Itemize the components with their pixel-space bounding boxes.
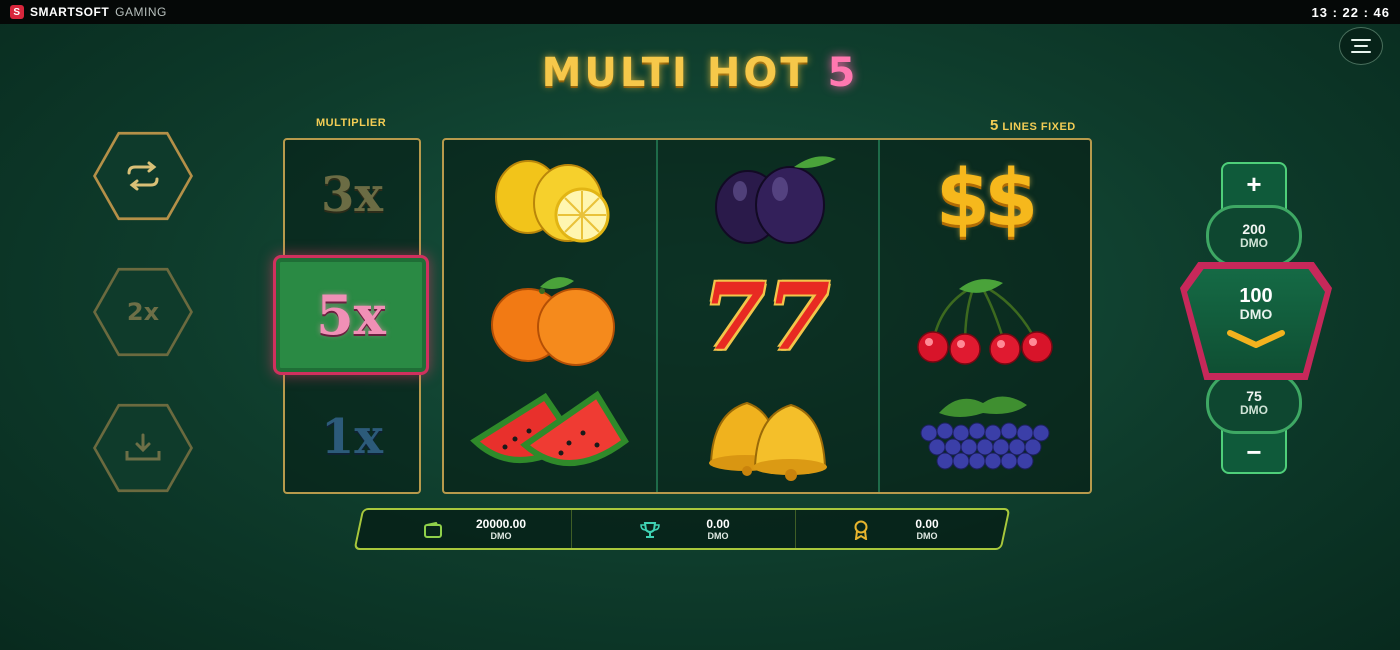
bell-symbol <box>666 378 866 488</box>
multiplier-5x-active: 5x <box>273 255 429 375</box>
watermelon-icon <box>470 390 629 467</box>
watermelon-symbol <box>450 378 650 488</box>
spin-button[interactable]: 100 DMO <box>1180 262 1332 380</box>
grapes-icon <box>920 396 1050 470</box>
win-values: 0.00 DMO <box>706 518 729 542</box>
cherry-symbol <box>884 262 1084 372</box>
bet-current-value: 100 <box>1239 285 1273 307</box>
brand-logo: S SMARTSOFT GAMING <box>10 5 167 19</box>
clock: 13 : 22 : 46 <box>1311 4 1390 20</box>
plum-symbol <box>666 144 866 254</box>
plus-icon: + <box>1246 168 1262 199</box>
speed-label: 2x <box>126 298 160 326</box>
dollar-text: $$ <box>935 154 1039 244</box>
bet-option-lower[interactable]: 75 DMO <box>1206 372 1302 434</box>
bet-upper-value: 200 <box>1242 221 1266 237</box>
multiplier-1x: 1x <box>320 409 383 465</box>
bet-lower-value: 75 <box>1246 388 1262 404</box>
chevron-down-icon <box>1227 330 1285 348</box>
autoplay-icon <box>127 161 159 191</box>
balance-values: 20000.00 DMO <box>476 518 526 542</box>
reels: 77 $$ <box>442 138 1092 494</box>
orange-symbol <box>450 262 650 372</box>
top-bar: S SMARTSOFT GAMING 13 : 22 : 46 <box>0 0 1400 24</box>
game-title-text: MULTI HOT <box>541 50 811 96</box>
bet-upper-currency: DMO <box>1240 236 1268 250</box>
game-title-number: 5 <box>827 50 859 96</box>
bonus-values: 0.00 DMO <box>915 518 938 542</box>
bet-current-currency: DMO <box>1239 306 1273 322</box>
collect-button-face <box>96 406 190 490</box>
hamburger-icon-line <box>1354 45 1368 47</box>
bet-increase-button[interactable]: + <box>1225 166 1283 202</box>
game-title: MULTI HOT 5 <box>0 50 1400 96</box>
bet-lower-currency: DMO <box>1240 403 1268 417</box>
autoplay-button-face <box>96 134 190 218</box>
spin-button-face: 100 DMO <box>1187 269 1325 373</box>
smartsoft-logo-icon: S <box>10 5 24 19</box>
speed-button-face: 2x <box>96 270 190 354</box>
seven-symbol: 77 <box>666 262 866 372</box>
reel-divider <box>656 140 658 492</box>
minus-icon: − <box>1246 436 1262 467</box>
trophy-icon <box>640 522 661 538</box>
balance-value: 20000.00 <box>475 517 527 531</box>
multiplier-label: MULTIPLIER <box>316 117 387 129</box>
seven-text: 77 <box>701 263 831 371</box>
orange-icon <box>491 277 615 366</box>
bonus-value: 0.00 <box>915 517 939 531</box>
dollar-symbol: $$ <box>884 144 1084 254</box>
lemon-symbol <box>450 144 650 254</box>
bonus-display: 0.00 DMO <box>816 514 976 546</box>
medal-icon <box>854 520 868 540</box>
speed-button[interactable]: 2x <box>93 267 193 357</box>
bell-icon <box>709 401 827 481</box>
lemon-icon <box>495 160 610 243</box>
wallet-icon <box>423 522 442 538</box>
download-icon <box>125 433 161 461</box>
plum-icon <box>715 156 836 244</box>
cherry-icon <box>917 279 1053 365</box>
multiplier-active-value: 5x <box>316 283 386 347</box>
win-display: 0.00 DMO <box>600 514 770 546</box>
win-currency: DMO <box>707 531 729 541</box>
brand-name: SMARTSOFT <box>30 5 110 19</box>
lines-text: LINES FIXED <box>1002 121 1076 133</box>
lines-count: 5 <box>990 117 999 134</box>
info-separator <box>795 510 796 548</box>
lines-fixed-label: 5 LINES FIXED <box>990 117 1076 134</box>
info-separator <box>571 510 572 548</box>
balance-display: 20000.00 DMO <box>390 514 560 546</box>
grapes-symbol <box>884 378 1084 488</box>
autoplay-button[interactable] <box>93 131 193 221</box>
hamburger-icon <box>1351 39 1371 41</box>
bet-decrease-button[interactable]: − <box>1225 434 1283 470</box>
bet-option-upper[interactable]: 200 DMO <box>1206 205 1302 267</box>
reel-divider <box>878 140 880 492</box>
multiplier-3x: 3x <box>320 167 383 223</box>
collect-button[interactable] <box>93 403 193 493</box>
balance-currency: DMO <box>490 531 512 541</box>
brand-suffix: GAMING <box>115 5 167 19</box>
win-value: 0.00 <box>706 517 730 531</box>
bonus-currency: DMO <box>916 531 938 541</box>
